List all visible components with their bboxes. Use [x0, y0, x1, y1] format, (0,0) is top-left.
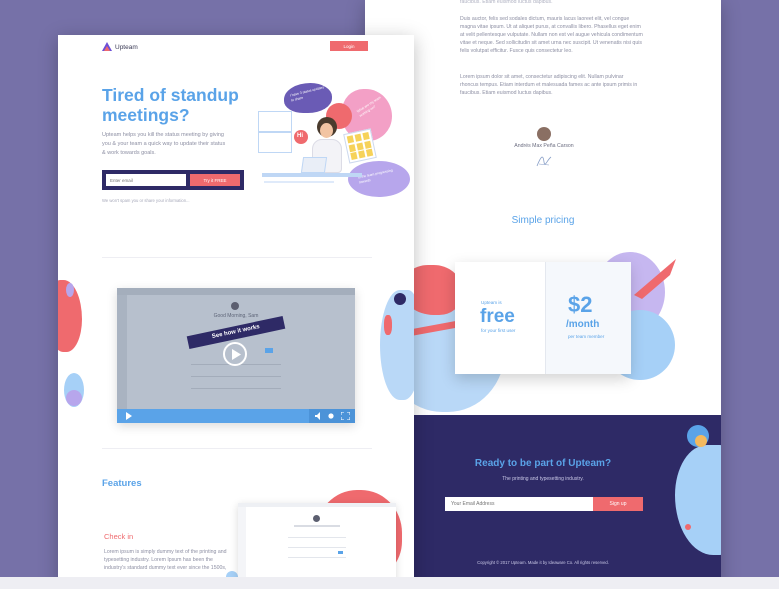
- screenshot-line: [288, 547, 346, 548]
- text-line: faucibus. Etiam euismod luctus dapibus.: [460, 90, 553, 96]
- cta-subtitle: The printing and typesetting industry.: [502, 476, 584, 482]
- video-avatar: [231, 302, 239, 310]
- fullscreen-icon[interactable]: [341, 412, 350, 420]
- desk-decor: [264, 181, 334, 183]
- text-line: typesetting industry. Lorem Ipsum has be…: [104, 557, 213, 563]
- cta-title: Ready to be part of Upteam?: [474, 458, 612, 469]
- testimonial-text: faucibus. Etiam euismod luctus dapibus.: [460, 0, 553, 5]
- character-face: [320, 123, 333, 138]
- price-unit-label: /month: [566, 319, 600, 330]
- video-content-line: [191, 376, 281, 377]
- free-big-label: free: [480, 306, 515, 327]
- screenshot-topbar: [238, 503, 396, 507]
- right-page: faucibus. Etiam euismod luctus dapibus. …: [365, 0, 721, 589]
- sticky-board: [343, 128, 377, 164]
- text-line: & work towards goals.: [102, 150, 156, 156]
- brand-logo[interactable]: Upteam: [102, 41, 138, 53]
- hero-title-line: meetings?: [102, 105, 190, 125]
- text-line: you & your team a quick way to update th…: [102, 141, 226, 147]
- hi-text: Hi: [297, 133, 303, 139]
- pricing-title: Simple pricing: [511, 215, 575, 226]
- hero-illustration: I have 3 status updates to share What ar…: [254, 83, 414, 213]
- decor-blob: [685, 524, 691, 530]
- window-decor: [258, 131, 292, 133]
- cta-section: Ready to be part of Upteam? The printing…: [365, 415, 721, 589]
- video-content-chip: [265, 348, 273, 353]
- video-app-topbar: [117, 288, 355, 295]
- play-icon: [232, 349, 241, 360]
- text-line: industry's standard dummy text ever sinc…: [104, 565, 227, 571]
- author-name: Andrés Max Peña Carson: [514, 143, 574, 149]
- hero-title-line: Tired of standup: [102, 85, 239, 105]
- text-line: Lorem ipsum is simply dummy text of the …: [104, 549, 227, 555]
- screenshot-chip: [338, 551, 343, 554]
- decor-blob: [384, 315, 392, 335]
- signature-icon: [536, 156, 552, 167]
- text-line: Lorem ipsum dolor sit amet, consectetur …: [460, 74, 624, 80]
- testimonial-paragraph-2: Lorem ipsum dolor sit amet, consectetur …: [460, 73, 650, 97]
- testimonial-paragraph-1: Duis auctor, felis sed sodales dictum, m…: [460, 15, 650, 55]
- text-line: rhoncus tempus. Etiam interdum et malesu…: [460, 82, 638, 88]
- left-page: Upteam Login Tired of standup meetings? …: [58, 35, 414, 589]
- screenshot-line: [288, 537, 346, 538]
- laptop-decor: [300, 157, 328, 173]
- features-title: Features: [102, 478, 142, 489]
- brand-name: Upteam: [115, 43, 138, 51]
- decor-blob: [380, 290, 414, 400]
- cta-email-input[interactable]: [445, 497, 593, 511]
- free-post-label: for your first user: [481, 328, 516, 333]
- signup-form: Try it FREE: [102, 170, 244, 190]
- pricing-free-panel: Upteam is free for your first user: [455, 262, 545, 374]
- hero-title: Tired of standup meetings?: [102, 85, 239, 125]
- settings-icon[interactable]: [327, 412, 335, 420]
- spam-note: We won't spam you or share your informat…: [102, 198, 190, 203]
- signup-button[interactable]: Sign up: [593, 497, 643, 511]
- decor-blob: [695, 435, 707, 447]
- checkin-title: Check in: [104, 532, 134, 541]
- login-button[interactable]: Login: [330, 41, 368, 51]
- decor-blob: [66, 283, 74, 297]
- copyright-text: Copyright © 2017 Upteam. Made it by Idea…: [477, 560, 609, 565]
- decor-blob: [394, 293, 406, 305]
- text-line: felis volutpat efficitur. Fusce quis con…: [460, 48, 573, 54]
- video-content-line: [191, 388, 281, 389]
- price-post-label: per team member: [568, 334, 605, 339]
- divider: [102, 448, 372, 449]
- video-greeting: Good Morning, Sam: [213, 313, 259, 319]
- bottom-bar: [0, 577, 779, 589]
- pricing-paid-panel: $2 /month per team member: [545, 262, 631, 374]
- text-line: vitae et neque. Sed sollicitudin sit ame…: [460, 40, 642, 46]
- play-circle[interactable]: [223, 342, 247, 366]
- screenshot-avatar: [313, 515, 320, 522]
- video-controls: [117, 409, 355, 423]
- desk-decor: [262, 173, 362, 177]
- play-small-icon[interactable]: [125, 412, 133, 420]
- screenshot-line: [288, 557, 346, 558]
- checkin-description: Lorem ipsum is simply dummy text of the …: [104, 548, 244, 572]
- logo-icon: [102, 42, 112, 51]
- text-line: at velit pellentesque vulputate. Nullam …: [460, 32, 643, 38]
- volume-icon[interactable]: [315, 412, 323, 420]
- brush-stroke-icon: [634, 259, 676, 299]
- pricing-card: Upteam is free for your first user $2 /m…: [455, 262, 631, 374]
- text-line: magna vitae ipsum. Ut at aliquet purus, …: [460, 24, 641, 30]
- try-free-button[interactable]: Try it FREE: [190, 174, 240, 186]
- text-line: Duis auctor, felis sed sodales dictum, m…: [460, 16, 630, 22]
- divider: [102, 257, 372, 258]
- decor-blob: [66, 390, 82, 406]
- hero-description: Upteam helps you kill the status meeting…: [102, 131, 262, 158]
- hero-email-input[interactable]: [106, 174, 186, 186]
- author-avatar: [537, 127, 551, 141]
- price-big-label: $2: [568, 292, 593, 317]
- free-pre-label: Upteam is: [481, 300, 502, 305]
- screenshot-line: [294, 525, 340, 527]
- video-player[interactable]: Good Morning, Sam See how it works: [117, 288, 355, 423]
- text-line: Upteam helps you kill the status meeting…: [102, 132, 224, 138]
